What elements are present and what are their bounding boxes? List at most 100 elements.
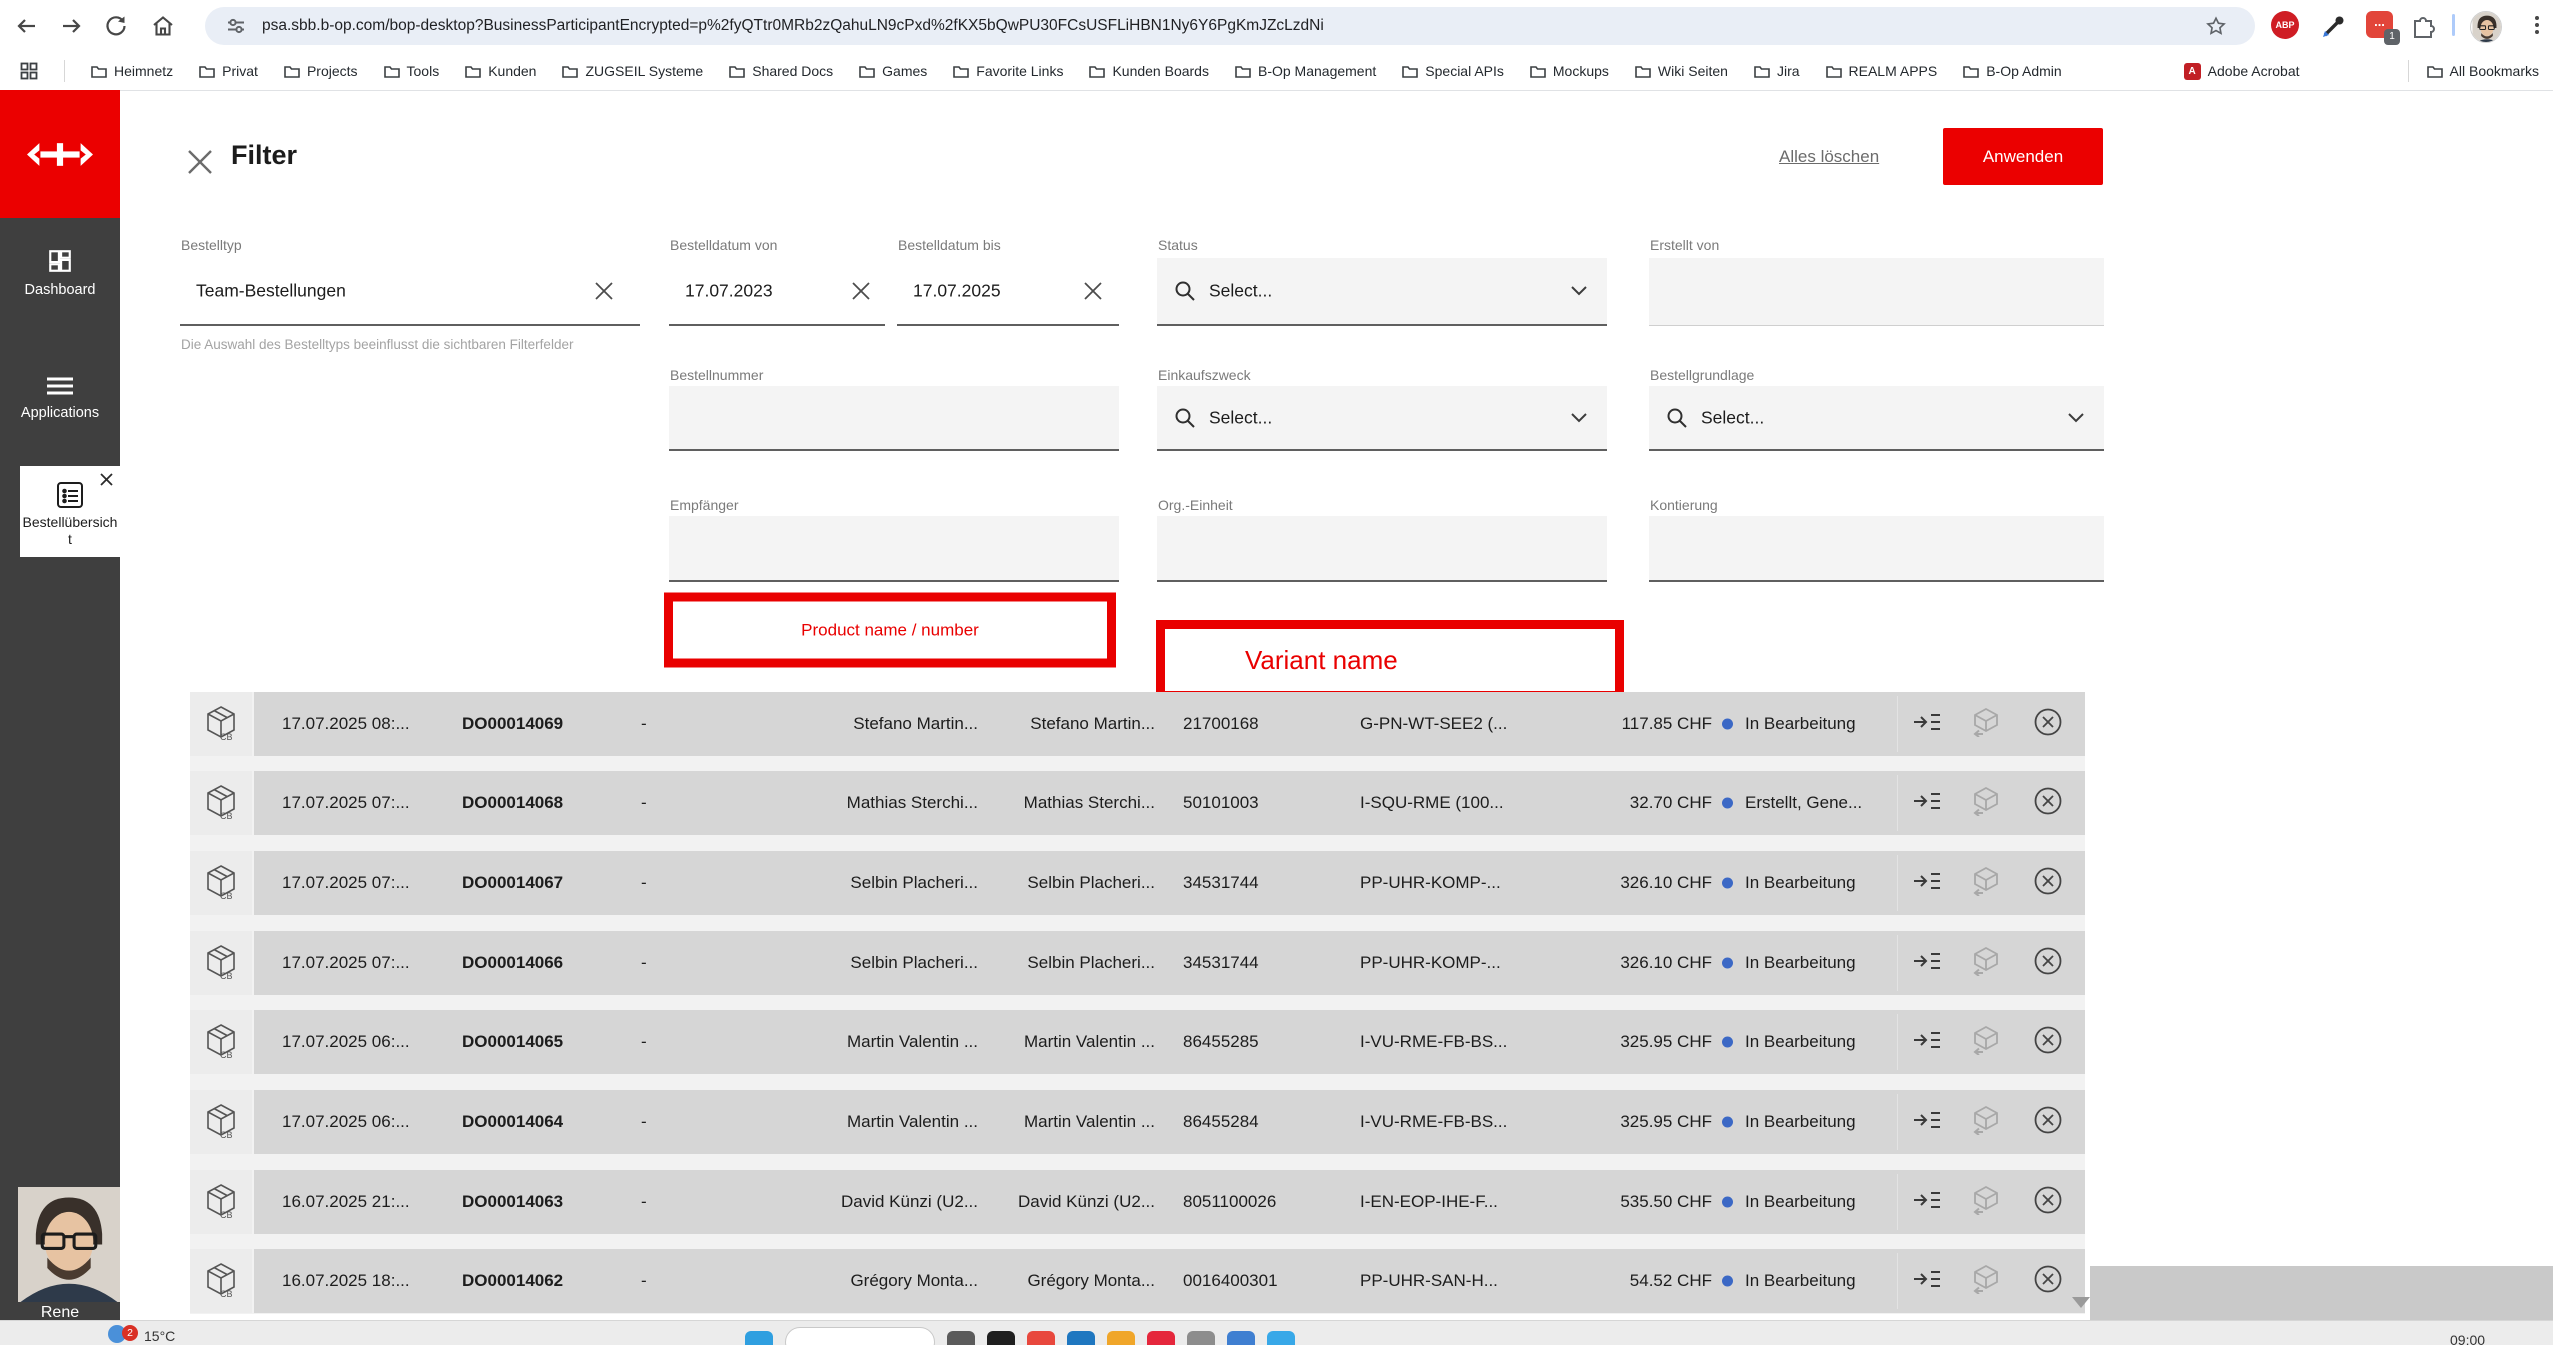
bestelltyp-field[interactable]: Team-Bestellungen bbox=[180, 258, 640, 326]
bookmark-folder[interactable]: Mockups bbox=[1530, 63, 1609, 79]
transfer-order-button[interactable] bbox=[1912, 866, 1946, 900]
extensions-puzzle-icon[interactable] bbox=[2409, 11, 2437, 39]
bookmark-folder[interactable]: Projects bbox=[284, 63, 358, 79]
bookmark-folder[interactable]: ZUGSEIL Systeme bbox=[562, 63, 703, 79]
bookmark-folder[interactable]: Special APIs bbox=[1402, 63, 1504, 79]
order-row[interactable]: CB17.07.2025 07:...DO00014067-Selbin Pla… bbox=[190, 851, 2085, 915]
bookmark-folder[interactable]: REALM APPS bbox=[1826, 63, 1938, 79]
transfer-order-button[interactable] bbox=[1912, 786, 1946, 820]
order-number[interactable]: DO00014063 bbox=[462, 1192, 563, 1212]
kontierung-field[interactable] bbox=[1649, 516, 2104, 582]
apps-grid-icon[interactable] bbox=[20, 62, 38, 80]
datum-bis-field[interactable]: 17.07.2025 bbox=[897, 258, 1119, 326]
adblock-extension-icon[interactable]: ABP bbox=[2271, 11, 2299, 39]
datum-von-field[interactable]: 17.07.2023 bbox=[669, 258, 885, 326]
bookmark-folder[interactable]: B-Op Admin bbox=[1963, 63, 2061, 79]
bestellnummer-field[interactable] bbox=[669, 386, 1119, 451]
address-bar[interactable]: psa.sbb.b-op.com/bop-desktop?BusinessPar… bbox=[205, 7, 2255, 45]
cancel-order-button[interactable] bbox=[2033, 786, 2067, 820]
bookmark-folder[interactable]: Wiki Seiten bbox=[1635, 63, 1728, 79]
transfer-order-button[interactable] bbox=[1912, 1025, 1946, 1059]
order-row[interactable]: CB17.07.2025 06:...DO00014065-Martin Val… bbox=[190, 1010, 2085, 1074]
forward-icon[interactable] bbox=[59, 13, 85, 39]
clear-datum-bis-icon[interactable] bbox=[1081, 279, 1105, 303]
bookmark-folder[interactable]: B-Op Management bbox=[1235, 63, 1376, 79]
close-filter-icon[interactable] bbox=[184, 146, 216, 178]
order-number[interactable]: DO00014068 bbox=[462, 793, 563, 813]
user-avatar[interactable] bbox=[18, 1187, 120, 1302]
scroll-down-indicator[interactable] bbox=[2072, 1297, 2090, 1308]
status-select[interactable]: Select... bbox=[1157, 258, 1607, 326]
order-row[interactable]: CB16.07.2025 18:...DO00014062-Grégory Mo… bbox=[190, 1249, 2085, 1313]
bookmark-folder[interactable]: Kunden bbox=[465, 63, 536, 79]
erstellt-von-field[interactable] bbox=[1649, 258, 2104, 326]
cancel-order-button[interactable] bbox=[2033, 946, 2067, 980]
gray-app-icon[interactable] bbox=[1187, 1331, 1215, 1345]
bookmark-folder[interactable]: Favorite Links bbox=[953, 63, 1063, 79]
order-row[interactable]: CB17.07.2025 08:...DO00014069-Stefano Ma… bbox=[190, 692, 2085, 756]
sidebar-item-applications[interactable]: Applications bbox=[0, 375, 120, 421]
terminal-icon[interactable] bbox=[987, 1331, 1015, 1345]
bookmark-folder[interactable]: Jira bbox=[1754, 63, 1800, 79]
order-number[interactable]: DO00014064 bbox=[462, 1112, 563, 1132]
clear-datum-von-icon[interactable] bbox=[849, 279, 873, 303]
transfer-order-button[interactable] bbox=[1912, 1264, 1946, 1298]
site-settings-icon[interactable] bbox=[225, 15, 247, 37]
teams-icon[interactable] bbox=[745, 1331, 773, 1345]
order-number[interactable]: DO00014069 bbox=[462, 714, 563, 734]
blue-app-icon[interactable] bbox=[1227, 1331, 1255, 1345]
red-extension-icon[interactable]: ...1 bbox=[2366, 11, 2393, 38]
eyedropper-extension-icon[interactable] bbox=[2320, 11, 2348, 39]
cancel-order-button[interactable] bbox=[2033, 1264, 2067, 1298]
browser-menu-icon[interactable] bbox=[2524, 13, 2550, 39]
order-row[interactable]: CB17.07.2025 06:...DO00014064-Martin Val… bbox=[190, 1090, 2085, 1154]
order-number[interactable]: DO00014067 bbox=[462, 873, 563, 893]
bestellgrundlage-select[interactable]: Select... bbox=[1649, 386, 2104, 451]
transfer-order-button[interactable] bbox=[1912, 946, 1946, 980]
back-icon[interactable] bbox=[13, 13, 39, 39]
bookmark-folder[interactable]: Games bbox=[859, 63, 927, 79]
search-pill[interactable] bbox=[785, 1327, 935, 1345]
order-number[interactable]: DO00014062 bbox=[462, 1271, 563, 1291]
bookmark-folder[interactable]: Kunden Boards bbox=[1089, 63, 1209, 79]
sidebar-item-bestelluebersicht[interactable]: Bestellübersicht bbox=[20, 466, 120, 557]
browser-profile-avatar[interactable] bbox=[2470, 11, 2502, 43]
close-tab-icon[interactable] bbox=[99, 472, 114, 487]
vscode-icon[interactable] bbox=[1067, 1331, 1095, 1345]
bookmark-star-icon[interactable] bbox=[2205, 15, 2227, 37]
reload-icon[interactable] bbox=[103, 13, 129, 39]
cancel-order-button[interactable] bbox=[2033, 866, 2067, 900]
clear-all-filters-link[interactable]: Alles löschen bbox=[1779, 147, 1879, 167]
cancel-order-button[interactable] bbox=[2033, 1185, 2067, 1219]
transfer-order-button[interactable] bbox=[1912, 1105, 1946, 1139]
opera-icon[interactable] bbox=[1147, 1331, 1175, 1345]
bookmark-folder[interactable]: Shared Docs bbox=[729, 63, 833, 79]
order-row[interactable]: CB17.07.2025 07:...DO00014066-Selbin Pla… bbox=[190, 931, 2085, 995]
file-explorer-icon[interactable] bbox=[947, 1331, 975, 1345]
sbb-logo[interactable] bbox=[0, 90, 120, 218]
einkaufszweck-select[interactable]: Select... bbox=[1157, 386, 1607, 451]
lightblue-app-icon[interactable] bbox=[1267, 1331, 1295, 1345]
order-number[interactable]: DO00014065 bbox=[462, 1032, 563, 1052]
transfer-order-button[interactable] bbox=[1912, 1185, 1946, 1219]
browser-red-icon[interactable] bbox=[1027, 1331, 1055, 1345]
bookmark-folder[interactable]: Privat bbox=[199, 63, 258, 79]
order-row[interactable]: CB17.07.2025 07:...DO00014068-Mathias St… bbox=[190, 771, 2085, 835]
empfaenger-field[interactable] bbox=[669, 516, 1119, 582]
bookmark-folder[interactable]: Heimnetz bbox=[91, 63, 173, 79]
cancel-order-button[interactable] bbox=[2033, 1105, 2067, 1139]
order-row[interactable]: CB16.07.2025 21:...DO00014063-David Künz… bbox=[190, 1170, 2085, 1234]
sidebar-item-dashboard[interactable]: Dashboard bbox=[0, 248, 120, 298]
order-number[interactable]: DO00014066 bbox=[462, 953, 563, 973]
cancel-order-button[interactable] bbox=[2033, 1025, 2067, 1059]
bookmark-adobe-acrobat[interactable]: A Adobe Acrobat bbox=[2184, 63, 2300, 80]
bookmark-folder[interactable]: Tools bbox=[384, 63, 440, 79]
all-bookmarks-button[interactable]: All Bookmarks bbox=[2427, 63, 2539, 79]
apply-filters-button[interactable]: Anwenden bbox=[1943, 128, 2103, 185]
url-text[interactable]: psa.sbb.b-op.com/bop-desktop?BusinessPar… bbox=[262, 17, 2152, 35]
taskbar-weather-widget[interactable]: 2 15°C bbox=[108, 1325, 175, 1344]
warning-icon[interactable] bbox=[1107, 1331, 1135, 1345]
home-icon[interactable] bbox=[150, 13, 176, 39]
org-einheit-field[interactable] bbox=[1157, 516, 1607, 582]
transfer-order-button[interactable] bbox=[1912, 707, 1946, 741]
